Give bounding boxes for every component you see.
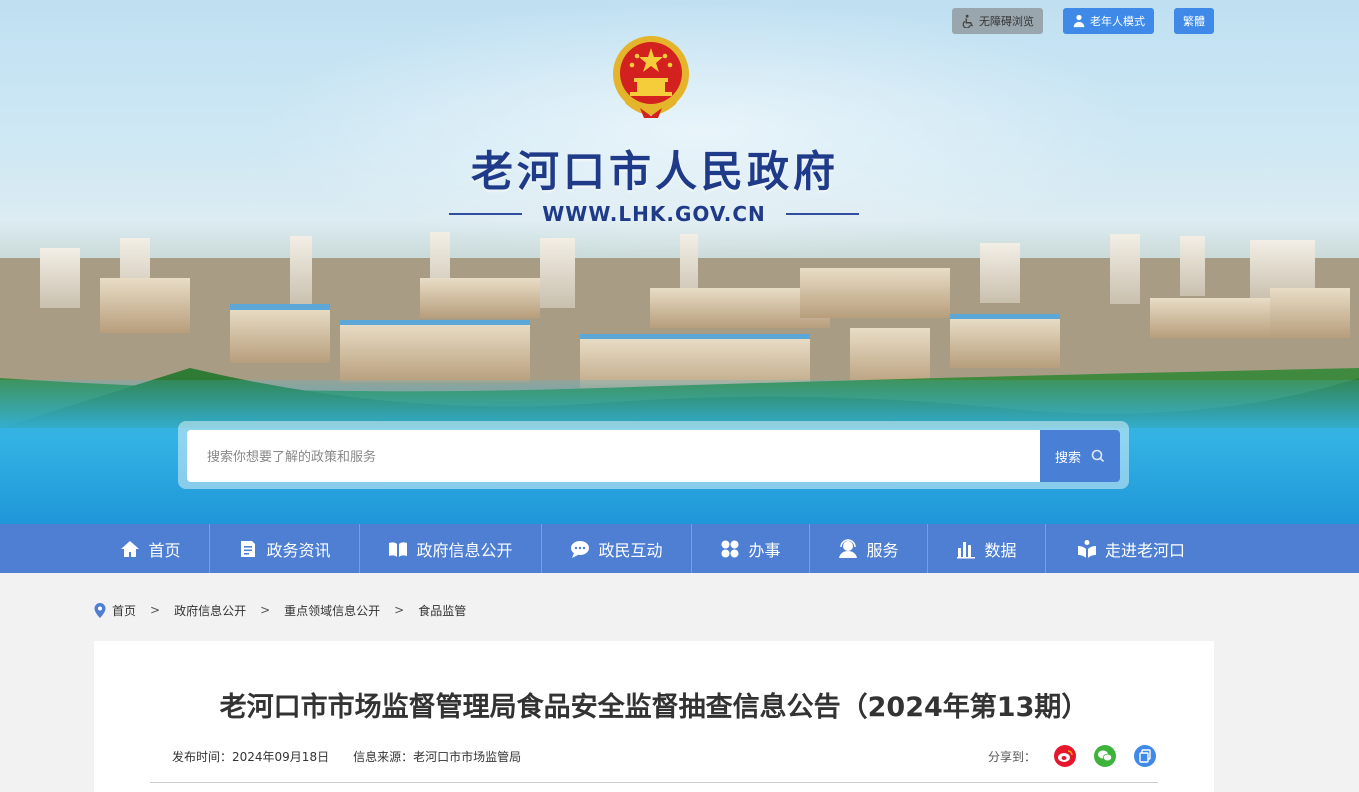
nav-item-interaction[interactable]: 政民互动: [542, 524, 692, 573]
breadcrumb-key-areas[interactable]: 重点领域信息公开: [284, 602, 380, 619]
search-icon: [1091, 449, 1105, 463]
weibo-share-icon[interactable]: [1054, 745, 1076, 767]
nav-item-service[interactable]: 服务: [810, 524, 928, 573]
traditional-chinese-button[interactable]: 繁體: [1174, 8, 1214, 34]
breadcrumb-gov-info[interactable]: 政府信息公开: [174, 602, 246, 619]
nav-item-news[interactable]: 政务资讯: [210, 524, 360, 573]
copy-link-share-icon[interactable]: [1134, 745, 1156, 767]
chat-icon: [571, 540, 590, 558]
nav-item-gov-info[interactable]: 政府信息公开: [360, 524, 542, 573]
url-divider-right: [785, 213, 859, 215]
grid-icon: [721, 540, 739, 557]
share-bar: 分享到：: [988, 745, 1156, 767]
national-emblem-icon: [613, 36, 689, 118]
home-icon: [121, 540, 140, 557]
info-source: 信息来源：老河口市市场监管局: [353, 750, 522, 764]
breadcrumb-separator: >: [260, 603, 271, 617]
site-title: 老河口市人民政府: [470, 147, 839, 196]
search-box: 搜索: [178, 421, 1129, 489]
breadcrumb-separator: >: [394, 603, 405, 617]
accessibility-button[interactable]: 无障碍浏览: [952, 8, 1043, 34]
nav-item-label: 数据: [984, 540, 1017, 560]
url-divider-left: [449, 213, 523, 215]
top-toolbar: 无障碍浏览 老年人模式 繁體: [952, 8, 1214, 34]
nav-item-data[interactable]: 数据: [928, 524, 1046, 573]
breadcrumb-food-regulation[interactable]: 食品监管: [418, 602, 466, 619]
site-url-row: WWW.LHK.GOV.CN: [449, 199, 859, 229]
nav-item-label: 首页: [148, 540, 181, 560]
search-button[interactable]: 搜索: [1040, 430, 1120, 482]
nav-item-label: 政府信息公开: [416, 540, 513, 560]
news-icon: [241, 540, 256, 557]
wechat-share-icon[interactable]: [1094, 745, 1116, 767]
traditional-chinese-label: 繁體: [1183, 15, 1205, 28]
bar-chart-icon: [957, 541, 976, 558]
nav-item-label: 服务: [866, 540, 899, 560]
book-icon: [389, 541, 408, 557]
article-meta: 发布时间：2024年09月18日 信息来源：老河口市市场监管局: [172, 748, 521, 765]
breadcrumb: 首页 > 政府信息公开 > 重点领域信息公开 > 食品监管: [94, 599, 466, 621]
nav-item-affairs[interactable]: 办事: [692, 524, 810, 573]
accessibility-label: 无障碍浏览: [979, 15, 1034, 28]
elder-mode-button[interactable]: 老年人模式: [1063, 8, 1154, 34]
search-button-label: 搜索: [1054, 450, 1081, 466]
user-service-icon: [839, 538, 858, 558]
header-banner: 无障碍浏览 老年人模式 繁體 老河口市人民政府 WWW.LHK.GOV.CN 搜…: [0, 0, 1359, 524]
elder-mode-label: 老年人模式: [1090, 15, 1145, 28]
nav-item-label: 政民互动: [598, 540, 663, 560]
article-divider: [150, 782, 1158, 783]
nav-item-label: 政务资讯: [266, 540, 331, 560]
breadcrumb-separator: >: [150, 603, 161, 617]
elder-icon: [1073, 14, 1085, 28]
article-title: 老河口市市场监督管理局食品安全监督抽查信息公告（2024年第13期）: [219, 692, 1089, 723]
wheelchair-icon: [962, 14, 974, 28]
share-label: 分享到：: [987, 749, 1036, 764]
publish-time: 发布时间：2024年09月18日: [172, 750, 330, 764]
search-input[interactable]: [187, 430, 1040, 482]
open-book-icon: [1077, 539, 1096, 558]
main-nav: 首页 政务资讯 政府信息公开 政民互动 办事 服务 数据 走进老河口: [0, 524, 1359, 573]
nav-item-about[interactable]: 走进老河口: [1046, 524, 1216, 573]
breadcrumb-home[interactable]: 首页: [112, 602, 136, 619]
nav-item-home[interactable]: 首页: [92, 524, 210, 573]
article-panel: 老河口市市场监督管理局食品安全监督抽查信息公告（2024年第13期） 发布时间：…: [94, 641, 1214, 792]
nav-item-label: 走进老河口: [1104, 540, 1185, 560]
nav-item-label: 办事: [748, 540, 781, 560]
site-url: WWW.LHK.GOV.CN: [542, 202, 766, 226]
location-pin-icon: [94, 602, 106, 618]
